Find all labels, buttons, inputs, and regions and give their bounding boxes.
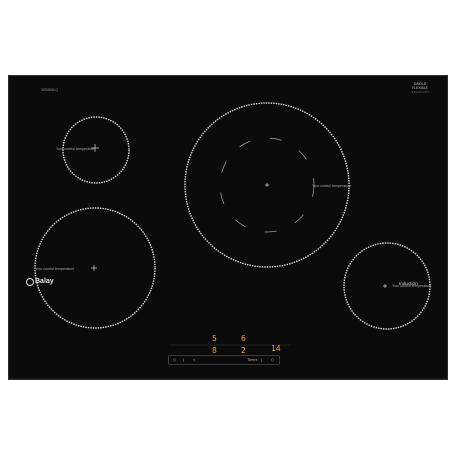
model-number: 3EB865LQ: [41, 88, 59, 92]
separator-2: |: [261, 357, 263, 362]
power-icon[interactable]: ◇: [173, 358, 176, 362]
timer-button[interactable]: Timer: [247, 358, 257, 362]
induction-hob: 3EB865LQ SINGLE FLEXIBLE INDUCCION Your …: [8, 75, 448, 380]
zone-display-d: 2: [241, 346, 246, 355]
zone-label-small-left: Your control temperature: [56, 147, 96, 151]
zone-label-large-left: Your control temperature: [35, 267, 75, 271]
zone-label-center: Your control temperature: [312, 184, 352, 188]
brand-name: Balay: [35, 278, 54, 285]
zone-center-marks: [91, 144, 387, 288]
timer-display: 14: [271, 344, 281, 353]
lock-icon[interactable]: ◇: [271, 358, 274, 362]
zone-display-b: 6: [241, 334, 246, 343]
induction-label: Induction: [399, 281, 418, 286]
zone-display-a: 5: [212, 334, 217, 343]
slider-left-icon[interactable]: <: [193, 358, 195, 362]
balay-logo-icon: [26, 278, 34, 286]
separator-1: |: [183, 357, 185, 362]
flex-badge: SINGLE FLEXIBLE INDUCCION: [406, 82, 434, 94]
touch-control-strip[interactable]: ◇ | < Timer | ◇: [168, 355, 280, 365]
badge-sub: INDUCCION: [411, 90, 429, 94]
cooking-zones: [34, 102, 431, 346]
zone-display-c: 8: [212, 346, 217, 355]
